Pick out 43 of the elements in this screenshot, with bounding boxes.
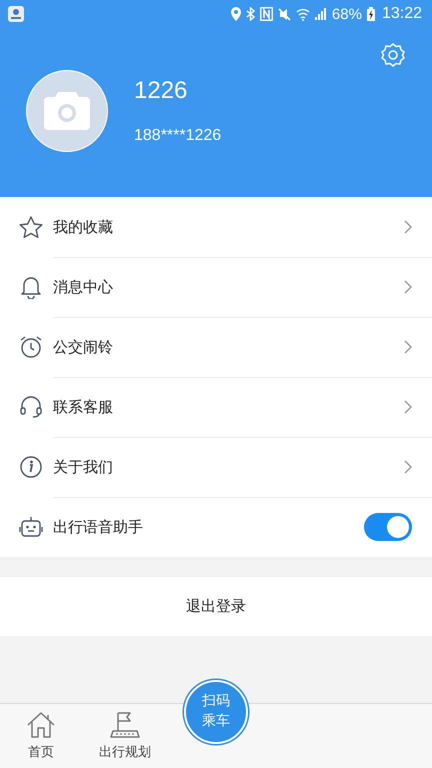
route-icon [110, 711, 140, 739]
menu-item[interactable]: 出行语音助手 [0, 497, 432, 557]
star-icon [19, 216, 43, 238]
chevron-right-icon [404, 280, 412, 294]
signal-icon [314, 8, 327, 20]
nav-tab[interactable]: 首页 [0, 704, 82, 768]
info-icon [19, 455, 43, 479]
user-name: 1226 [134, 77, 188, 105]
nav-tab[interactable]: 出行规划 [82, 704, 168, 768]
home-icon [26, 711, 56, 739]
menu-label: 关于我们 [53, 458, 114, 476]
bluetooth-icon [246, 7, 255, 21]
menu-item[interactable]: 我的收藏 [0, 197, 432, 257]
settings-icon[interactable] [380, 42, 406, 68]
menu-item[interactable]: 公交闹铃 [0, 317, 432, 377]
menu-label: 公交闹铃 [53, 338, 114, 356]
toggle-switch[interactable] [364, 513, 412, 541]
logout-button[interactable]: 退出登录 [0, 577, 432, 636]
menu-label: 联系客服 [53, 398, 114, 416]
headset-icon [19, 395, 43, 419]
location-icon [230, 7, 241, 21]
menu-item[interactable]: 关于我们 [0, 437, 432, 497]
app-icon [8, 6, 24, 22]
menu-label: 我的收藏 [53, 218, 114, 236]
phone-number: 188****1226 [134, 127, 222, 145]
battery-percent: 68% [332, 6, 362, 22]
battery-charging-icon [366, 7, 375, 21]
clock: 13:22 [382, 5, 422, 23]
chevron-right-icon [404, 460, 412, 474]
nfc-icon [260, 7, 273, 21]
alarm-clock-icon [19, 335, 43, 359]
menu-label: 消息中心 [53, 278, 114, 296]
chevron-right-icon [404, 340, 412, 354]
mute-icon [278, 8, 291, 20]
menu-item[interactable]: 消息中心 [0, 257, 432, 317]
chevron-right-icon [404, 400, 412, 414]
chevron-right-icon [404, 220, 412, 234]
bell-icon [20, 275, 42, 299]
menu-label: 出行语音助手 [53, 518, 144, 536]
camera-icon [44, 92, 90, 130]
robot-icon [19, 516, 43, 538]
wifi-icon [296, 8, 310, 20]
menu-item[interactable]: 联系客服 [0, 377, 432, 437]
